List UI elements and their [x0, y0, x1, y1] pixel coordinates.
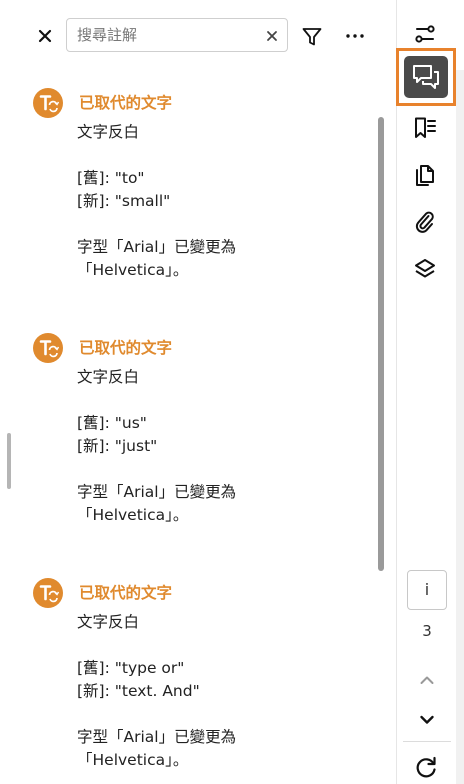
comment-font-change-cont: 「Helvetica」。: [77, 506, 189, 524]
refresh-icon: [416, 756, 436, 778]
more-icon: [346, 34, 364, 38]
chevron-down-icon: [420, 715, 434, 724]
filter-icon: [302, 28, 322, 46]
comment-font-change: 字型「Arial」已變更為: [77, 238, 237, 256]
comment-old-text: [舊]: "type or": [77, 659, 185, 677]
panel-resize-handle[interactable]: [7, 433, 11, 489]
clear-search-button[interactable]: [265, 28, 279, 42]
comments-panel: 已取代的文字 文字反白 [舊]: "to" [新]: "small" 字型「Ar…: [0, 0, 396, 784]
tools-button[interactable]: [409, 18, 441, 50]
search-input[interactable]: [77, 23, 257, 47]
close-panel-button[interactable]: [34, 25, 56, 47]
refresh-button[interactable]: [413, 754, 439, 780]
previous-page-button[interactable]: [415, 668, 439, 692]
comment-new-text: [新]: "small": [77, 192, 171, 210]
comment-title: 已取代的文字: [79, 94, 173, 112]
pages-icon: [416, 165, 434, 186]
more-options-button[interactable]: [343, 27, 367, 45]
comment-style: 文字反白: [77, 123, 140, 141]
comments-rail-button[interactable]: [396, 48, 456, 106]
close-icon: [38, 29, 52, 43]
comments-list[interactable]: 已取代的文字 文字反白 [舊]: "to" [新]: "small" 字型「Ar…: [0, 70, 396, 784]
comment-font-change: 字型「Arial」已變更為: [77, 728, 237, 746]
comments-rail-button-bg: [404, 56, 448, 98]
page-number: 3: [422, 622, 432, 640]
comments-toolbar: [0, 0, 396, 70]
filter-button[interactable]: [301, 26, 323, 48]
comments-icon: [413, 65, 439, 89]
comment-font-change-cont: 「Helvetica」。: [77, 751, 189, 769]
comment-old-text: [舊]: "to": [77, 169, 145, 187]
right-rail: i 3: [396, 0, 464, 784]
clear-icon: [267, 31, 277, 41]
comment-new-text: [新]: "just": [77, 437, 158, 455]
pages-button[interactable]: [409, 160, 441, 192]
comment-new-text: [新]: "text. And": [77, 682, 200, 700]
attachments-icon: [415, 211, 434, 233]
rail-scroll-track: [456, 70, 464, 784]
search-field[interactable]: [66, 18, 288, 52]
rail-divider: [403, 741, 451, 742]
comment-title: 已取代的文字: [79, 339, 173, 357]
replace-text-icon: [33, 333, 63, 363]
bookmarks-button[interactable]: [409, 112, 441, 144]
layers-icon: [415, 259, 435, 278]
comment-old-text: [舊]: "us": [77, 414, 147, 432]
comment-title: 已取代的文字: [79, 584, 173, 602]
replace-text-icon: [33, 578, 63, 608]
chevron-up-icon: [420, 676, 434, 684]
comment-body: 文字反白 [舊]: "to" [新]: "small" 字型「Arial」已變更…: [77, 121, 367, 282]
layers-button[interactable]: [409, 253, 441, 285]
comment-style: 文字反白: [77, 613, 140, 631]
comment-style: 文字反白: [77, 368, 140, 386]
tools-icon: [415, 25, 435, 43]
comment-font-change: 字型「Arial」已變更為: [77, 483, 237, 501]
comment-body: 文字反白 [舊]: "type or" [新]: "text. And" 字型「…: [77, 611, 367, 772]
attachments-button[interactable]: [409, 206, 441, 238]
comment-font-change-cont: 「Helvetica」。: [77, 261, 189, 279]
bookmarks-icon: [415, 117, 436, 138]
comment-body: 文字反白 [舊]: "us" [新]: "just" 字型「Arial」已變更為…: [77, 366, 367, 527]
replace-text-icon: [33, 88, 63, 118]
info-button[interactable]: i: [407, 570, 447, 610]
comments-scrollbar[interactable]: [378, 117, 384, 571]
next-page-button[interactable]: [415, 708, 439, 732]
